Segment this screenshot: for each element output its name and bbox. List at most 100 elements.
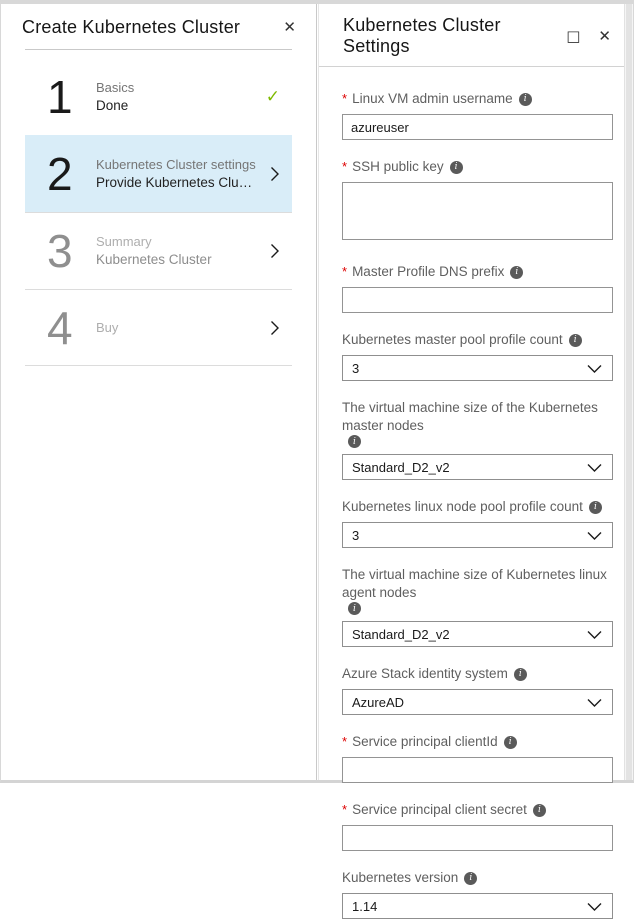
field-label-text: Azure Stack identity system: [342, 665, 508, 683]
chevron-down-icon: [587, 630, 602, 639]
step-subtitle: Kubernetes Cluster: [96, 251, 212, 269]
form-field-the-virtual-machine-size-of-kubernetes-linux-agent-nodes: The virtual machine size of Kubernetes l…: [342, 566, 613, 647]
chevron-right-icon: [270, 166, 280, 182]
field-label: Kubernetes version i: [342, 869, 613, 887]
required-asterisk: *: [342, 801, 347, 819]
the-virtual-machine-size-of-the-kubernetes-master-nodes-dropdown[interactable]: Standard_D2_v2: [342, 454, 613, 480]
step-subtitle: Done: [96, 97, 134, 115]
step-trailing: [270, 243, 280, 259]
info-icon[interactable]: i: [510, 266, 523, 279]
step-number: 2: [47, 151, 85, 197]
header-divider: [25, 49, 292, 50]
field-label-text: Kubernetes linux node pool profile count: [342, 498, 583, 516]
wizard-panel-header: Create Kubernetes Cluster ✕: [1, 4, 316, 49]
kubernetes-version-dropdown[interactable]: 1.14: [342, 893, 613, 919]
field-label-text: Kubernetes version: [342, 869, 458, 887]
required-asterisk: *: [342, 263, 347, 281]
create-kubernetes-cluster-window: Create Kubernetes Cluster ✕ 1 BasicsDone ✓…: [0, 0, 634, 783]
field-label: Azure Stack identity system i: [342, 665, 613, 683]
field-label: Kubernetes master pool profile counti: [342, 331, 613, 349]
field-label-text: SSH public key: [352, 158, 444, 176]
info-icon[interactable]: i: [348, 602, 361, 615]
info-icon[interactable]: i: [569, 334, 582, 347]
step-title: Basics: [96, 79, 134, 97]
info-icon[interactable]: i: [519, 93, 532, 106]
field-label: * SSH public key i: [342, 158, 613, 176]
step-trailing: [270, 166, 280, 182]
form-field-kubernetes-linux-node-pool-profile-count: Kubernetes linux node pool profile count…: [342, 498, 613, 548]
info-icon[interactable]: i: [533, 804, 546, 817]
settings-panel: Kubernetes Cluster Settings □ ✕ * Linux V…: [318, 4, 633, 780]
info-icon[interactable]: i: [589, 501, 602, 514]
info-icon[interactable]: i: [464, 872, 477, 885]
field-label-text: Master Profile DNS prefix: [352, 263, 504, 281]
step-subtitle: Provide Kubernetes Cluster settin...: [96, 174, 258, 192]
info-icon[interactable]: i: [348, 435, 361, 448]
step-text: BasicsDone: [96, 79, 134, 115]
azure-stack-identity-system-dropdown[interactable]: AzureAD: [342, 689, 613, 715]
settings-panel-header: Kubernetes Cluster Settings □ ✕: [319, 4, 633, 67]
chevron-down-icon: [587, 531, 602, 540]
form-field-service-principal-client-secret: * Service principal client secret i: [342, 801, 613, 851]
form-field-the-virtual-machine-size-of-the-kubernetes-master-nodes: The virtual machine size of the Kubernet…: [342, 399, 613, 480]
master-profile-dns-prefix-input[interactable]: [342, 287, 613, 313]
step-text: Buy: [96, 319, 118, 337]
form-field-azure-stack-identity-system: Azure Stack identity system i AzureAD: [342, 665, 613, 715]
info-icon[interactable]: i: [450, 161, 463, 174]
required-asterisk: *: [342, 158, 347, 176]
form-field-kubernetes-version: Kubernetes version i 1.14: [342, 869, 613, 919]
dropdown-selected-value: Standard_D2_v2: [352, 627, 587, 642]
chevron-down-icon: [587, 364, 602, 373]
dropdown-selected-value: Standard_D2_v2: [352, 460, 587, 475]
field-label-text: Linux VM admin username: [352, 90, 513, 108]
the-virtual-machine-size-of-kubernetes-linux-agent-nodes-dropdown[interactable]: Standard_D2_v2: [342, 621, 613, 647]
kubernetes-linux-node-pool-profile-count-dropdown[interactable]: 3: [342, 522, 613, 548]
step-done-check-icon: ✓: [266, 87, 280, 107]
info-icon[interactable]: i: [504, 736, 517, 749]
chevron-down-icon: [587, 902, 602, 911]
wizard-step-kubernetes-cluster-settings[interactable]: 2 Kubernetes Cluster settingsProvide Kube…: [25, 135, 292, 212]
chevron-right-icon: [270, 320, 280, 336]
step-number: 1: [47, 74, 85, 120]
dropdown-selected-value: 3: [352, 528, 587, 543]
step-number: 4: [47, 305, 85, 351]
form-field-master-profile-dns-prefix: * Master Profile DNS prefix i: [342, 263, 613, 313]
service-principal-clientid-input[interactable]: [342, 757, 613, 783]
close-icon[interactable]: ✕: [281, 18, 298, 37]
required-asterisk: *: [342, 90, 347, 108]
wizard-step-summary[interactable]: 3SummaryKubernetes Cluster: [25, 212, 292, 289]
info-icon[interactable]: i: [514, 668, 527, 681]
field-label-text: The virtual machine size of the Kubernet…: [342, 399, 613, 435]
wizard-steps-list: 1 BasicsDone ✓ 2 Kubernetes Cluster settings…: [25, 58, 292, 366]
field-label: The virtual machine size of Kubernetes l…: [342, 566, 613, 615]
settings-form: * Linux VM admin username i * SSH public key…: [319, 67, 633, 919]
kubernetes-master-pool-profile-count-dropdown[interactable]: 3: [342, 355, 613, 381]
chevron-down-icon: [587, 698, 602, 707]
wizard-step-basics[interactable]: 1 BasicsDone ✓: [25, 58, 292, 135]
maximize-icon[interactable]: □: [564, 27, 582, 46]
dropdown-selected-value: 3: [352, 361, 587, 376]
step-title: Buy: [96, 319, 118, 337]
field-label-text: The virtual machine size of Kubernetes l…: [342, 566, 613, 602]
step-text: Kubernetes Cluster settingsProvide Kuber…: [96, 156, 258, 192]
field-label: *Service principal clientIdi: [342, 733, 613, 751]
scrollbar[interactable]: [624, 4, 633, 780]
field-label: * Master Profile DNS prefix i: [342, 263, 613, 281]
scrollbar-thumb[interactable]: [626, 4, 632, 780]
field-label: The virtual machine size of the Kubernet…: [342, 399, 613, 448]
form-field-ssh-public-key: * SSH public key i: [342, 158, 613, 245]
field-label: Kubernetes linux node pool profile count…: [342, 498, 613, 516]
field-label-text: Service principal client secret: [352, 801, 527, 819]
linux-vm-admin-username-input[interactable]: [342, 114, 613, 140]
step-text: SummaryKubernetes Cluster: [96, 233, 212, 269]
form-field-linux-vm-admin-username: * Linux VM admin username i: [342, 90, 613, 140]
close-icon[interactable]: ✕: [596, 27, 613, 46]
wizard-step-buy[interactable]: 4 Buy: [25, 289, 292, 366]
step-trailing: ✓: [266, 87, 280, 107]
chevron-down-icon: [587, 463, 602, 472]
ssh-public-key-textarea[interactable]: [342, 182, 613, 240]
field-label: * Service principal client secret i: [342, 801, 613, 819]
service-principal-client-secret-input[interactable]: [342, 825, 613, 851]
wizard-panel-title: Create Kubernetes Cluster: [22, 17, 281, 38]
settings-panel-title: Kubernetes Cluster Settings: [343, 15, 550, 57]
